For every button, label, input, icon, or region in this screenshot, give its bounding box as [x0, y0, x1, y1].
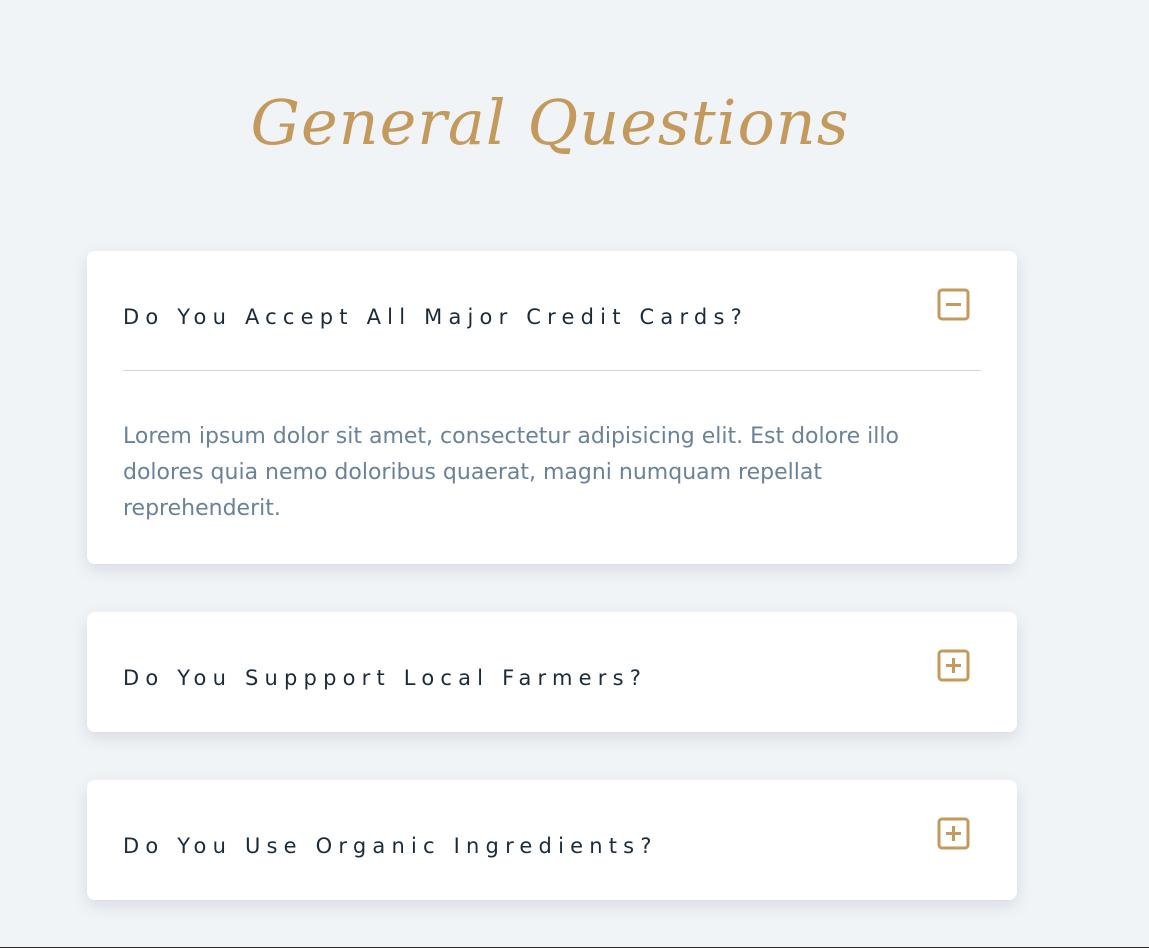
- minus-square-icon[interactable]: [937, 288, 970, 321]
- faq-question[interactable]: Do You Suppport Local Farmers?: [123, 663, 647, 693]
- faq-item-local-farmers: Do You Suppport Local Farmers?: [87, 612, 1017, 732]
- faq-answer-text: Lorem ipsum dolor sit amet, consectetur …: [123, 424, 899, 521]
- faq-item-organic-ingredients: Do You Use Organic Ingredients?: [87, 780, 1017, 900]
- faq-question[interactable]: Do You Use Organic Ingredients?: [123, 831, 658, 861]
- plus-square-icon[interactable]: [937, 649, 970, 682]
- faq-question[interactable]: Do You Accept All Major Credit Cards?: [123, 302, 748, 332]
- faq-item-credit-cards: Do You Accept All Major Credit Cards? Lo…: [87, 251, 1017, 564]
- plus-square-icon[interactable]: [937, 817, 970, 850]
- faq-divider: [123, 370, 981, 371]
- page-title: General Questions: [250, 86, 850, 159]
- faq-answer: Lorem ipsum dolor sit amet, consectetur …: [123, 419, 943, 527]
